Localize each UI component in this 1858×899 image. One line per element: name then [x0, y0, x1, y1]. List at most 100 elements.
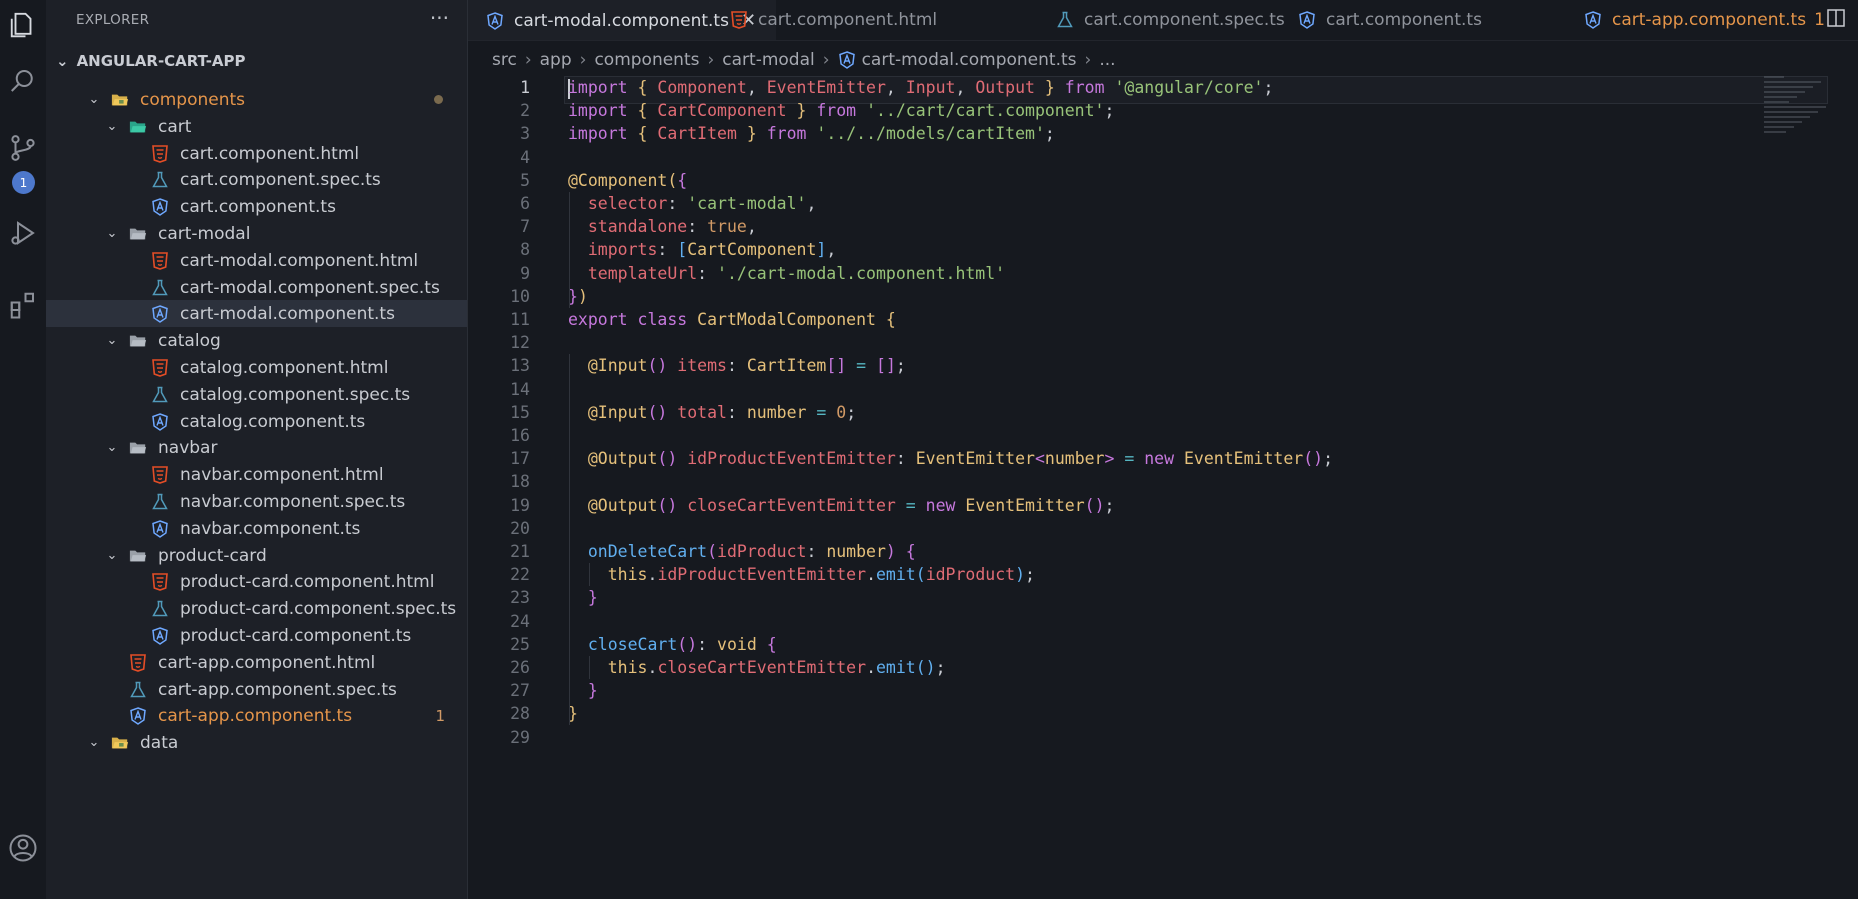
code-line[interactable]: selector: 'cart-modal', [568, 194, 817, 213]
tree-file[interactable]: product-card.component.spec.ts [46, 595, 467, 622]
code-token: () [647, 356, 668, 375]
code-token: Component [657, 78, 747, 97]
code-line[interactable]: this.idProductEventEmitter.emit(idProduc… [568, 565, 1035, 584]
tree-file[interactable]: cart.component.ts [46, 193, 467, 220]
code-token: closeCartEventEmitter [687, 496, 896, 515]
code-token: { [637, 78, 648, 97]
code-token: () [1084, 496, 1105, 515]
code-token: { [637, 124, 648, 143]
tree-file[interactable]: catalog.component.ts [46, 408, 467, 435]
breadcrumb-item[interactable]: components [594, 50, 699, 70]
code-token: () [915, 658, 936, 677]
breadcrumb-item[interactable]: cart-modal [722, 50, 814, 70]
tree-folder-data[interactable]: ⌄ data [46, 729, 467, 756]
html-file-icon [730, 11, 748, 29]
breadcrumb-item[interactable]: ... [1099, 50, 1115, 70]
line-number: 4 [520, 148, 530, 167]
code-line[interactable]: @Component({ [568, 171, 687, 190]
code-line[interactable]: } [568, 588, 598, 607]
code-line[interactable]: onDeleteCart(idProduct: number) { [568, 542, 916, 561]
breadcrumb-item[interactable]: src [492, 50, 517, 70]
code-token: . [647, 658, 658, 677]
code-token: from [816, 101, 857, 120]
tab-cart.component.ts[interactable]: cart.component.ts [1280, 0, 1550, 40]
html-file-icon [150, 572, 170, 592]
line-number: 2 [520, 101, 530, 120]
tree-folder-navbar[interactable]: ⌄ navbar [46, 434, 467, 461]
tree-file[interactable]: product-card.component.ts [46, 622, 467, 649]
tree-file[interactable]: navbar.component.html [46, 461, 467, 488]
tree-file[interactable]: cart-modal.component.spec.ts [46, 274, 467, 301]
tree-item-label: cart.component.html [180, 143, 360, 164]
code-line[interactable]: export class CartModalComponent { [568, 310, 896, 329]
code-line[interactable]: import { Component, EventEmitter, Input,… [568, 78, 1273, 97]
tree-file[interactable]: cart-modal.component.ts [46, 300, 467, 327]
split-editor-icon[interactable] [1826, 8, 1846, 28]
tree-folder-cart[interactable]: ⌄ cart [46, 113, 467, 140]
tree-file[interactable]: product-card.component.html [46, 568, 467, 595]
code-token: ; [1025, 565, 1035, 584]
code-token: EventEmitter [965, 496, 1085, 515]
tree-item-label: cart-app.component.spec.ts [158, 679, 397, 700]
chevron-right-icon: › [822, 50, 830, 70]
source-control-icon[interactable] [0, 125, 46, 171]
html-file-icon [128, 653, 148, 673]
code-line[interactable]: @Output() idProductEventEmitter: EventEm… [568, 449, 1333, 468]
tree-folder-product-card[interactable]: ⌄ product-card [46, 542, 467, 569]
tree-file[interactable]: cart-app.component.ts 1 [46, 702, 467, 729]
tree-file[interactable]: cart.component.spec.ts [46, 166, 467, 193]
code-token: this [607, 565, 648, 584]
account-icon[interactable] [0, 825, 46, 871]
code-token: ) [885, 542, 896, 561]
code-line[interactable]: @Input() total: number = 0; [568, 403, 856, 422]
tree-file[interactable]: catalog.component.html [46, 354, 467, 381]
tree-folder-components[interactable]: ⌄ components [46, 86, 467, 113]
tree-item-label: navbar.component.ts [180, 518, 361, 539]
tree-folder-catalog[interactable]: ⌄ catalog [46, 327, 467, 354]
code-line[interactable]: import { CartItem } from '../../models/c… [568, 124, 1055, 143]
tree-file[interactable]: cart-app.component.spec.ts [46, 676, 467, 703]
tree-file[interactable]: navbar.component.spec.ts [46, 488, 467, 515]
tree-folder-cart-modal[interactable]: ⌄ cart-modal [46, 220, 467, 247]
code-line[interactable]: this.closeCartEventEmitter.emit(); [568, 658, 946, 677]
breadcrumb-item[interactable]: cart-modal.component.ts [862, 50, 1077, 70]
breadcrumb-item[interactable]: app [540, 50, 572, 70]
tree-file[interactable]: cart-modal.component.html [46, 247, 467, 274]
code-line[interactable]: templateUrl: './cart-modal.component.htm… [568, 264, 1005, 283]
tab-cart.component.html[interactable]: cart.component.html [712, 0, 972, 40]
code-line[interactable]: import { CartComponent } from '../cart/c… [568, 101, 1114, 120]
run-debug-icon[interactable] [0, 210, 46, 256]
tab-cart.component.spec.ts[interactable]: cart.component.spec.ts [1038, 0, 1285, 40]
more-actions-icon[interactable]: ··· [430, 6, 449, 30]
code-line[interactable]: closeCart(): void { [568, 635, 777, 654]
code-token: = [905, 496, 916, 515]
workspace-root[interactable]: ⌄ ANGULAR-CART-APP [56, 52, 246, 70]
code-editor[interactable]: 1 import { Component, EventEmitter, Input… [468, 76, 1858, 899]
code-line[interactable]: }) [568, 287, 588, 306]
extensions-icon[interactable] [0, 282, 46, 328]
code-line[interactable]: standalone: true, [568, 217, 757, 236]
tree-file[interactable]: cart-app.component.html [46, 649, 467, 676]
search-icon[interactable] [0, 58, 46, 104]
tab-cart-app.component.ts[interactable]: cart-app.component.ts 1 [1566, 0, 1825, 40]
code-line[interactable]: } [568, 681, 598, 700]
files-icon[interactable] [0, 2, 46, 48]
minimap[interactable] [1764, 76, 1834, 136]
test-flask-icon [150, 492, 170, 512]
code-token: [ [677, 240, 688, 259]
code-line[interactable]: @Input() items: CartItem[] = []; [568, 356, 906, 375]
tree-file[interactable]: navbar.component.ts [46, 515, 467, 542]
tree-file[interactable]: catalog.component.spec.ts [46, 381, 467, 408]
code-line[interactable]: @Output() closeCartEventEmitter = new Ev… [568, 496, 1115, 515]
tree-item-label: navbar.component.html [180, 464, 384, 485]
code-token: } [746, 124, 757, 143]
chevron-down-icon: ⌄ [56, 52, 69, 70]
tree-file[interactable]: cart.component.html [46, 140, 467, 167]
code-token: [] [876, 356, 896, 375]
code-line[interactable]: imports: [CartComponent], [568, 240, 836, 259]
